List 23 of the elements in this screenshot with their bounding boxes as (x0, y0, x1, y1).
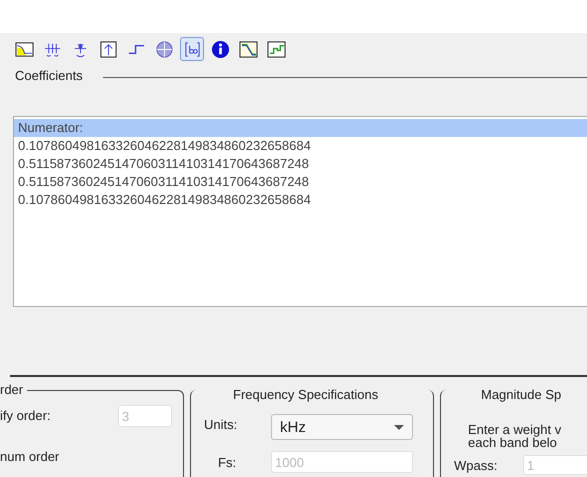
list-item[interactable]: Numerator: (14, 119, 587, 137)
curve-chart-icon (238, 40, 258, 58)
list-item[interactable]: 0.107860498163326046228149834860232658684 (14, 137, 587, 155)
units-label: Units: (204, 417, 238, 432)
wpass-label: Wpass: (454, 458, 498, 473)
units-dropdown[interactable]: kHz (271, 414, 413, 440)
list-item[interactable]: 0.511587360245147060311410314170643687248 (14, 173, 587, 191)
info-icon (210, 40, 230, 58)
specify-order-label: ify order: (0, 408, 51, 423)
globe-grid-icon (154, 40, 174, 58)
coefficient-list[interactable]: Numerator: 0.107860498163326046228149834860232658684 0.511587360245147060311410314170643687248 0.511587360245147060311410314170643687248 0.107860498163326046228149834860232658684 (13, 116, 587, 307)
bracket-icon (182, 40, 202, 58)
minimum-order-label: num order (0, 449, 60, 464)
group-title: rder (0, 382, 28, 397)
step-chart-icon (266, 40, 286, 58)
list-item[interactable]: 0.107860498163326046228149834860232658684 (14, 191, 587, 209)
list-item[interactable]: 0.511587360245147060311410314170643687248 (14, 155, 587, 173)
filter-chart-icon (14, 40, 34, 58)
instruction-text: Enter a weight v each band belo (468, 423, 562, 449)
arrow-up-icon (98, 40, 118, 58)
fs-label: Fs: (218, 455, 236, 470)
caret-icon (394, 424, 404, 430)
section-title: Coefficients (15, 68, 83, 83)
